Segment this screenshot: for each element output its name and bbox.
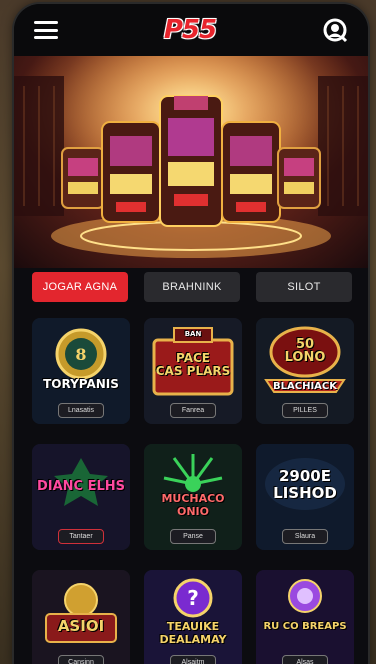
game-card[interactable]: 2900E LISHOD Slaura	[256, 444, 354, 550]
game-title: PACE CAS PLARS	[155, 351, 231, 378]
game-card[interactable]: ? TEAUIKE DEALAMAY Alsaitm	[144, 570, 242, 664]
hero-banner[interactable]	[14, 56, 368, 268]
game-art-icon	[256, 570, 354, 664]
play-button[interactable]: Slaura	[282, 529, 328, 544]
game-title: 2900E LISHOD	[273, 467, 337, 502]
game-card[interactable]: BAN PACE CAS PLARS Fanrea	[144, 318, 242, 424]
play-button[interactable]: Alsas	[282, 655, 328, 664]
game-title: ASIOI	[57, 617, 105, 635]
play-button[interactable]: Cansinn	[58, 655, 104, 664]
play-button[interactable]: Lnasatis	[58, 403, 104, 418]
game-title: BLACHIACK	[273, 381, 337, 392]
game-title: TORYPANIS	[43, 377, 119, 391]
play-button[interactable]: Alsaitm	[170, 655, 216, 664]
game-card[interactable]: 8 TORYPANIS Lnasatis	[32, 318, 130, 424]
play-button[interactable]: Panse	[170, 529, 216, 544]
game-top-text: 50 LONO	[284, 337, 326, 365]
game-title: MUCHACO ONIO	[161, 492, 225, 518]
user-icon[interactable]	[322, 17, 348, 43]
game-grid: 8 TORYPANIS Lnasatis BAN PACE CAS PLARS …	[32, 318, 354, 664]
play-button[interactable]: Tantaer	[58, 529, 104, 544]
play-button[interactable]: PILLES	[282, 403, 328, 418]
brand-logo[interactable]: P55	[164, 15, 217, 45]
tab-1[interactable]: BRAHNINK	[144, 272, 240, 302]
game-card[interactable]: MUCHACO ONIO Panse	[144, 444, 242, 550]
game-top-text: BAN	[184, 330, 202, 338]
hamburger-menu-icon[interactable]	[34, 21, 58, 39]
game-title: TEAUIKE DEALAMAY	[159, 620, 227, 646]
tab-0[interactable]: JOGAR AGNA	[32, 272, 128, 302]
category-tabs: JOGAR AGNA BRAHNINK SILOT	[32, 272, 352, 302]
game-card[interactable]: DIANC ELHS Tantaer	[32, 444, 130, 550]
game-title: DIANC ELHS	[36, 479, 126, 494]
tab-2[interactable]: SILOT	[256, 272, 352, 302]
game-art-icon: ?	[144, 570, 242, 664]
game-card[interactable]: ASIOI Cansinn	[32, 570, 130, 664]
svg-text:?: ?	[187, 586, 199, 610]
slot-machines-image	[14, 56, 368, 268]
game-title: RU CO BREAPS	[263, 621, 347, 632]
top-bar: P55	[14, 4, 368, 56]
game-card[interactable]: 50 LONO BLACHIACK PILLES	[256, 318, 354, 424]
svg-text:8: 8	[75, 345, 86, 364]
game-card[interactable]: RU CO BREAPS Alsas	[256, 570, 354, 664]
phone-screen: P55 JOGAR AGNA BRAHNINK SILOT 8 TORYPANI…	[14, 4, 368, 664]
play-button[interactable]: Fanrea	[170, 403, 216, 418]
